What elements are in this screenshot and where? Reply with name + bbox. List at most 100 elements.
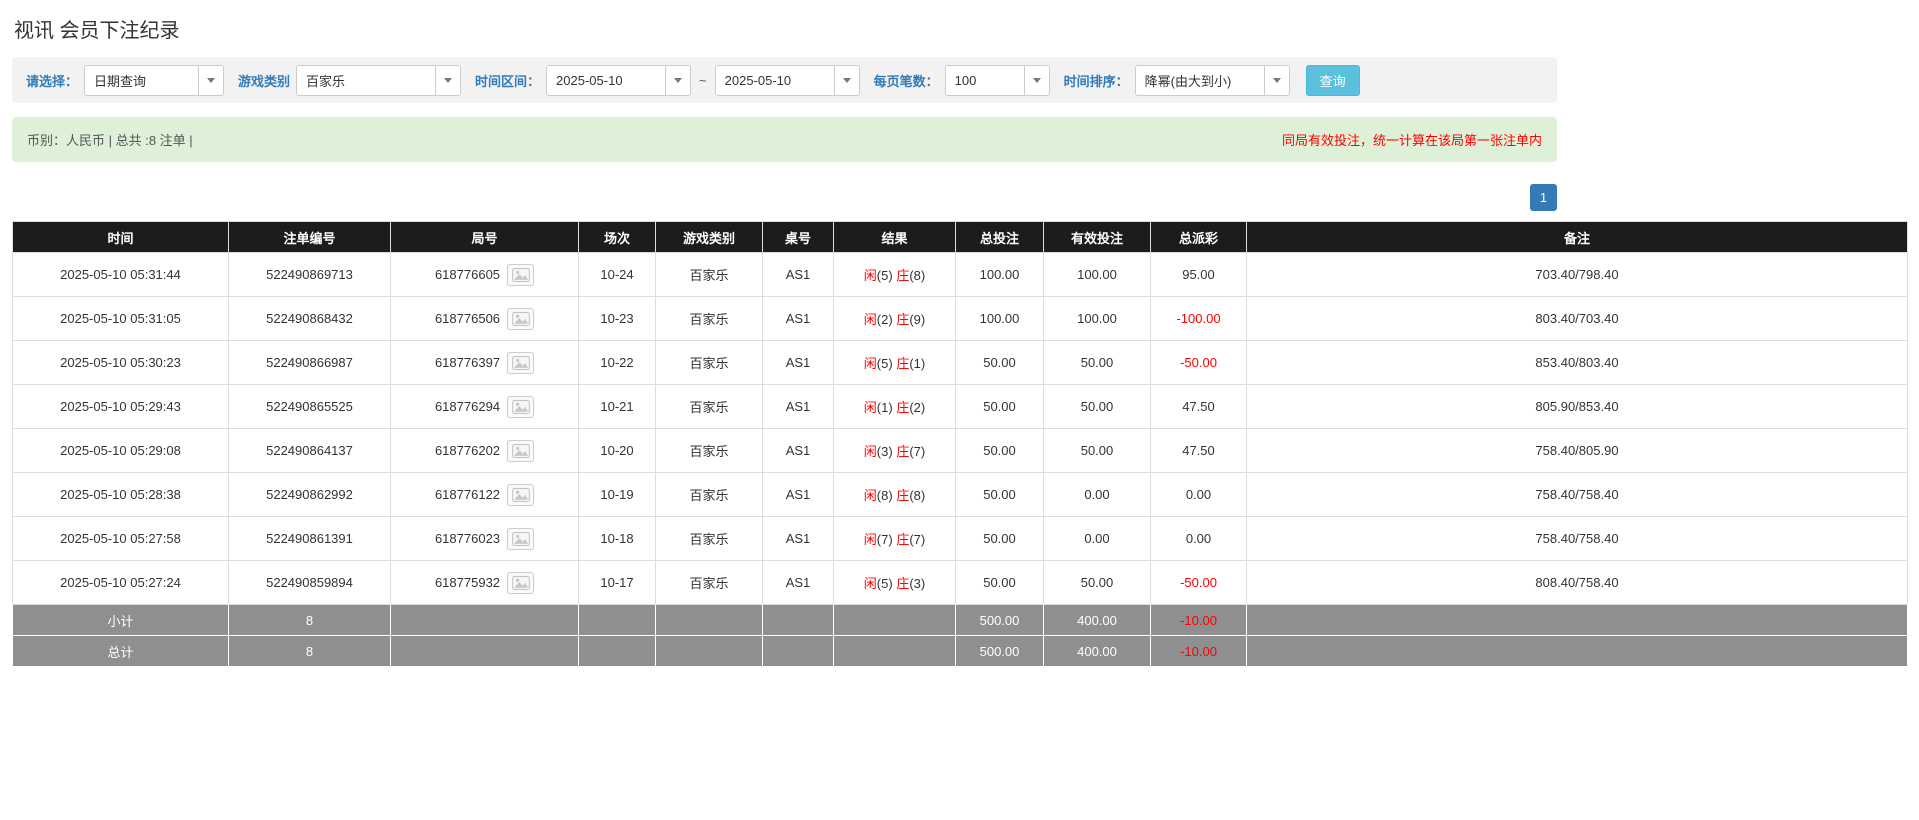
game-type-label: 游戏类别 (238, 71, 290, 90)
pagination: 1 (12, 184, 1557, 211)
cell-total-bet[interactable]: 50.00 (956, 517, 1044, 561)
total-empty-table (763, 636, 834, 667)
page-size-input[interactable] (945, 65, 1025, 96)
cell-bet-id: 522490868432 (229, 297, 391, 341)
result-player-points: (7) (877, 532, 893, 547)
result-banker-points: (3) (909, 576, 925, 591)
cell-note: 853.40/803.40 (1247, 341, 1908, 385)
table-body: 2025-05-10 05:31:44 522490869713 6187766… (13, 253, 1908, 605)
game-type-select[interactable] (296, 65, 461, 96)
subtotal-empty-game (656, 605, 763, 636)
query-type-select[interactable] (84, 65, 224, 96)
result-player-points: (3) (877, 444, 893, 459)
page-size-select[interactable] (945, 65, 1050, 96)
video-replay-icon[interactable] (507, 352, 534, 374)
cell-total-bet[interactable]: 50.00 (956, 561, 1044, 605)
chevron-down-icon (674, 78, 682, 83)
cell-note: 758.40/758.40 (1247, 473, 1908, 517)
cell-bet-id: 522490866987 (229, 341, 391, 385)
cell-total-bet[interactable]: 100.00 (956, 253, 1044, 297)
cell-note: 703.40/798.40 (1247, 253, 1908, 297)
cell-payout: 47.50 (1151, 429, 1247, 473)
cell-round: 618776202 (391, 429, 579, 473)
result-banker-points: (8) (909, 268, 925, 283)
time-sort-dropdown-button[interactable] (1265, 65, 1290, 96)
total-row: 总计 8 500.00 400.00 -10.00 (13, 636, 1908, 667)
video-replay-icon[interactable] (507, 572, 534, 594)
cell-total-bet[interactable]: 50.00 (956, 429, 1044, 473)
subtotal-count: 8 (229, 605, 391, 636)
query-type-input[interactable] (84, 65, 199, 96)
round-number: 618776294 (435, 399, 500, 414)
cell-note: 803.40/703.40 (1247, 297, 1908, 341)
date-to-picker[interactable] (715, 65, 860, 96)
result-banker-points: (7) (909, 532, 925, 547)
date-from-picker[interactable] (546, 65, 691, 96)
cell-session: 10-22 (579, 341, 656, 385)
result-banker-char: 庄 (896, 400, 909, 415)
round-number: 618776202 (435, 443, 500, 458)
cell-result: 闲(2) 庄(9) (834, 297, 956, 341)
video-replay-icon[interactable] (507, 528, 534, 550)
table-row: 2025-05-10 05:29:08 522490864137 6187762… (13, 429, 1908, 473)
chevron-down-icon (1273, 78, 1281, 83)
result-player-points: (2) (877, 312, 893, 327)
subtotal-empty-session (579, 605, 656, 636)
cell-total-bet[interactable]: 50.00 (956, 473, 1044, 517)
subtotal-empty-note (1247, 605, 1908, 636)
table-row: 2025-05-10 05:31:44 522490869713 6187766… (13, 253, 1908, 297)
cell-valid-bet: 0.00 (1044, 517, 1151, 561)
video-replay-icon[interactable] (507, 264, 534, 286)
time-sort-select[interactable] (1135, 65, 1290, 96)
total-valid-bet: 400.00 (1044, 636, 1151, 667)
bet-records-table: 时间 注单编号 局号 场次 游戏类别 桌号 结果 总投注 有效投注 总派彩 备注… (12, 221, 1908, 667)
search-button[interactable]: 查询 (1306, 65, 1360, 96)
cell-total-bet[interactable]: 50.00 (956, 341, 1044, 385)
page-size-dropdown-button[interactable] (1025, 65, 1050, 96)
total-empty-note (1247, 636, 1908, 667)
cell-session: 10-23 (579, 297, 656, 341)
table-row: 2025-05-10 05:28:38 522490862992 6187761… (13, 473, 1908, 517)
summary-bar: 币别：人民币 | 总共 :8 注单 | 同局有效投注，统一计算在该局第一张注单内 (12, 117, 1557, 162)
cell-table-no: AS1 (763, 341, 834, 385)
page-1-button[interactable]: 1 (1530, 184, 1557, 211)
table-footer: 小计 8 500.00 400.00 -10.00 总计 8 (13, 605, 1908, 667)
subtotal-empty-round (391, 605, 579, 636)
cell-note: 805.90/853.40 (1247, 385, 1908, 429)
date-to-input[interactable] (715, 65, 835, 96)
cell-total-bet[interactable]: 100.00 (956, 297, 1044, 341)
cell-game-type: 百家乐 (656, 517, 763, 561)
cell-game-type: 百家乐 (656, 341, 763, 385)
result-banker-char: 庄 (896, 488, 909, 503)
game-type-input[interactable] (296, 65, 436, 96)
cell-valid-bet: 50.00 (1044, 429, 1151, 473)
game-type-dropdown-button[interactable] (436, 65, 461, 96)
date-from-dropdown-button[interactable] (666, 65, 691, 96)
cell-total-bet[interactable]: 50.00 (956, 385, 1044, 429)
cell-table-no: AS1 (763, 473, 834, 517)
cell-session: 10-20 (579, 429, 656, 473)
total-payout: -10.00 (1151, 636, 1247, 667)
date-from-input[interactable] (546, 65, 666, 96)
cell-time: 2025-05-10 05:31:44 (13, 253, 229, 297)
time-sort-label: 时间排序： (1064, 71, 1129, 90)
result-banker-char: 庄 (896, 444, 909, 459)
query-type-label: 请选择： (26, 71, 78, 90)
chevron-down-icon (444, 78, 452, 83)
video-replay-icon[interactable] (507, 396, 534, 418)
cell-game-type: 百家乐 (656, 473, 763, 517)
subtotal-empty-result (834, 605, 956, 636)
video-replay-icon[interactable] (507, 440, 534, 462)
cell-result: 闲(5) 庄(8) (834, 253, 956, 297)
col-header-session: 场次 (579, 222, 656, 253)
time-sort-input[interactable] (1135, 65, 1265, 96)
valid-bet-notice-text: 同局有效投注，统一计算在该局第一张注单内 (1282, 130, 1542, 149)
result-player-points: (8) (877, 488, 893, 503)
query-type-dropdown-button[interactable] (199, 65, 224, 96)
video-replay-icon[interactable] (507, 308, 534, 330)
range-separator: ~ (699, 73, 707, 88)
cell-bet-id: 522490861391 (229, 517, 391, 561)
video-replay-icon[interactable] (507, 484, 534, 506)
page-title: 视讯 会员下注纪录 (14, 14, 1907, 43)
date-to-dropdown-button[interactable] (835, 65, 860, 96)
